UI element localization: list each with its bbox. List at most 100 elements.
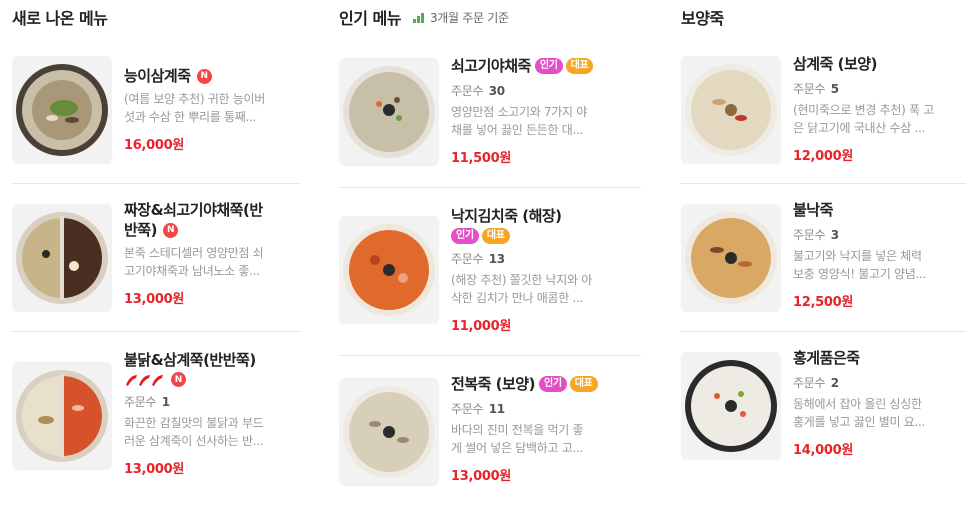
menu-item-name-row: 전복죽 (보양) 인기 대표	[451, 374, 641, 394]
popular-tag: 인기	[451, 228, 479, 244]
description-line: (해장 추천) 쫄깃한 낙지와 아	[451, 273, 592, 287]
order-count-value: 11	[488, 402, 505, 416]
order-count-value: 2	[830, 376, 839, 390]
description-line: 보충 영양식! 불고기 양념...	[793, 267, 926, 281]
description-line: 불고기와 낙지를 넣은 체력	[793, 249, 922, 263]
new-badge: N	[196, 68, 212, 84]
new-badge: N	[171, 372, 186, 387]
menu-item-name-row: 삼계죽 (보양)	[793, 54, 966, 74]
order-label: 주문수	[793, 82, 826, 96]
order-count: 주문수 11	[451, 400, 641, 417]
menu-item[interactable]: 쇠고기야채죽 인기 대표 주문수 30 영양만점 소고기와 7가지 야 채를 넣…	[339, 34, 641, 188]
menu-item[interactable]: 삼계죽 (보양) 주문수 5 (현미죽으로 변경 추천) 푹 고 은 닭고기에 …	[681, 34, 966, 184]
description-line: 홍게를 넣고 끓인 별미 요...	[793, 415, 926, 429]
menu-item-name[interactable]: 삼계죽 (보양)	[793, 54, 877, 74]
menu-item[interactable]: 불닭&삼계쭉(반반쭉) N 주문수 1 화끈한 감칠맛의 불닭과 부드 러운 삼…	[12, 332, 300, 507]
menu-item-name[interactable]: 불닭&삼계쭉(반반쭉)	[124, 350, 256, 370]
menu-item-description: (해장 추천) 쫄깃한 낙지와 아 삭한 김치가 만나 매콤한 ...	[451, 271, 641, 307]
order-label: 주문수	[124, 395, 157, 409]
menu-item-description: (현미죽으로 변경 추천) 푹 고 은 닭고기에 국내산 수삼 ...	[793, 101, 966, 137]
menu-item-price: 12,500원	[793, 295, 854, 310]
menu-item-price: 13,000원	[124, 462, 185, 477]
menu-item-image[interactable]	[12, 56, 112, 164]
menu-item-name-row: 낙지김치죽 (해장)	[451, 206, 641, 226]
menu-item-info: 불낙죽 주문수 3 불고기와 낙지를 넣은 체력 보충 영양식! 불고기 양념.…	[793, 200, 966, 310]
menu-item-price: 11,000원	[451, 319, 512, 334]
menu-item-info: 낙지김치죽 (해장) 인기 대표 주문수 13 (해장 추천) 쫄깃한 낙지와 …	[451, 206, 641, 334]
menu-item-name-row: 홍게품은죽	[793, 348, 966, 368]
menu-item-name[interactable]: 낙지김치죽 (해장)	[451, 206, 562, 226]
menu-item-name-row: 불낙죽	[793, 200, 966, 220]
menu-item-image[interactable]	[339, 378, 439, 486]
menu-item-image[interactable]	[681, 204, 781, 312]
menu-item-image[interactable]	[681, 56, 781, 164]
section-header: 인기 메뉴 3개월 주문 기준	[339, 0, 641, 34]
description-line: 영양만점 소고기와 7가지 야	[451, 105, 588, 119]
menu-item-price: 11,500원	[451, 151, 512, 166]
description-line: 게 썰어 넣은 담백하고 고...	[451, 441, 584, 455]
section-header: 새로 나온 메뉴	[12, 0, 300, 34]
description-line: 은 닭고기에 국내산 수삼 ...	[793, 121, 926, 135]
section-header: 보양죽	[681, 0, 966, 34]
popular-tag: 인기	[538, 376, 567, 392]
description-line: 동해에서 잡아 올린 싱싱한	[793, 397, 922, 411]
menu-item[interactable]: 홍게품은죽 주문수 2 동해에서 잡아 올린 싱싱한 홍게를 넣고 끓인 별미 …	[681, 332, 966, 507]
menu-item-name[interactable]: 짜장&쇠고기야채쭉(반	[124, 200, 263, 220]
menu-item[interactable]: 낙지김치죽 (해장) 인기 대표 주문수 13 (해장 추천) 쫄깃한 낙지와 …	[339, 188, 641, 356]
popular-menu-section: 인기 메뉴 3개월 주문 기준 쇠고기야채죽 인기 대표 주문수 30 영양만점…	[339, 0, 641, 486]
menu-item-name-row: 능이삼계죽 N	[124, 66, 300, 86]
menu-item-image[interactable]	[12, 204, 112, 312]
description-line: (현미죽으로 변경 추천) 푹 고	[793, 103, 934, 117]
menu-item-info: 홍게품은죽 주문수 2 동해에서 잡아 올린 싱싱한 홍게를 넣고 끓인 별미 …	[793, 348, 966, 458]
description-line: 삭한 김치가 만나 매콤한 ...	[451, 291, 584, 305]
section-title: 인기 메뉴	[339, 9, 401, 28]
menu-item-name[interactable]: 쇠고기야채죽	[451, 56, 531, 76]
order-count-value: 5	[830, 82, 839, 96]
menu-item-name[interactable]: 불낙죽	[793, 200, 833, 220]
menu-item[interactable]: 능이삼계죽 N (여름 보양 추천) 귀한 능이버 섯과 수삼 한 뿌리를 통째…	[12, 34, 300, 184]
order-label: 주문수	[451, 402, 484, 416]
menu-item-info: 능이삼계죽 N (여름 보양 추천) 귀한 능이버 섯과 수삼 한 뿌리를 통째…	[124, 66, 300, 153]
order-label: 주문수	[793, 376, 826, 390]
order-count: 주문수 13	[451, 250, 641, 267]
popular-tag: 인기	[534, 58, 563, 74]
order-label: 주문수	[793, 228, 826, 242]
order-label: 주문수	[451, 252, 484, 266]
menu-item-image[interactable]	[681, 352, 781, 460]
order-count: 주문수 1	[124, 393, 300, 410]
menu-item-info: 삼계죽 (보양) 주문수 5 (현미죽으로 변경 추천) 푹 고 은 닭고기에 …	[793, 54, 966, 164]
order-basis: 3개월 주문 기준	[412, 9, 509, 26]
bar-chart-icon	[412, 12, 424, 23]
order-count-value: 3	[830, 228, 839, 242]
section-title: 새로 나온 메뉴	[12, 9, 108, 28]
description-line: 화끈한 감칠맛의 불닭과 부드	[124, 416, 264, 430]
menu-item-image[interactable]	[339, 58, 439, 166]
order-basis-text: 3개월 주문 기준	[429, 10, 509, 25]
menu-item-price: 13,000원	[451, 469, 512, 484]
badge-row: 인기 대표	[451, 228, 641, 244]
pepper-icon	[126, 374, 163, 386]
menu-item-name[interactable]: 반쭉)	[124, 220, 157, 240]
menu-item[interactable]: 짜장&쇠고기야채쭉(반 반쭉) N 본죽 스테디셀러 영양만점 쇠 고기야채죽과…	[12, 184, 300, 332]
order-count: 주문수 2	[793, 374, 966, 391]
signature-tag: 대표	[565, 58, 594, 74]
menu-item[interactable]: 전복죽 (보양) 인기 대표 주문수 11 바다의 진미 전복을 먹기 좋 게 …	[339, 356, 641, 507]
menu-item-description: 바다의 진미 전복을 먹기 좋 게 썰어 넣은 담백하고 고...	[451, 421, 641, 457]
order-count-value: 30	[488, 84, 505, 98]
section-title: 보양죽	[681, 9, 724, 28]
menu-item[interactable]: 불낙죽 주문수 3 불고기와 낙지를 넣은 체력 보충 영양식! 불고기 양념.…	[681, 184, 966, 332]
menu-item-description: 본죽 스테디셀러 영양만점 쇠 고기야채죽과 남녀노소 좋...	[124, 244, 300, 280]
menu-item-image[interactable]	[12, 362, 112, 470]
menu-item-price: 14,000원	[793, 443, 854, 458]
menu-item-name[interactable]: 능이삼계죽	[124, 66, 191, 86]
menu-item-price: 13,000원	[124, 292, 185, 307]
new-menu-section: 새로 나온 메뉴 능이삼계죽 N (여름 보양 추천) 귀한 능이버 섯과 수삼…	[12, 0, 300, 477]
description-line: (여름 보양 추천) 귀한 능이버	[124, 92, 265, 106]
badge-row: N	[124, 372, 300, 387]
menu-item-name[interactable]: 홍게품은죽	[793, 348, 860, 368]
menu-item-name[interactable]: 전복죽 (보양)	[451, 374, 535, 394]
menu-item-image[interactable]	[339, 216, 439, 324]
menu-item-info: 불닭&삼계쭉(반반쭉) N 주문수 1 화끈한 감칠맛의 불닭과 부드 러운 삼…	[124, 350, 300, 477]
menu-item-price: 16,000원	[124, 138, 185, 153]
healthy-porridge-section: 보양죽 삼계죽 (보양) 주문수 5 (현미죽으로 변경 추천) 푹 고 은 닭…	[681, 0, 966, 460]
